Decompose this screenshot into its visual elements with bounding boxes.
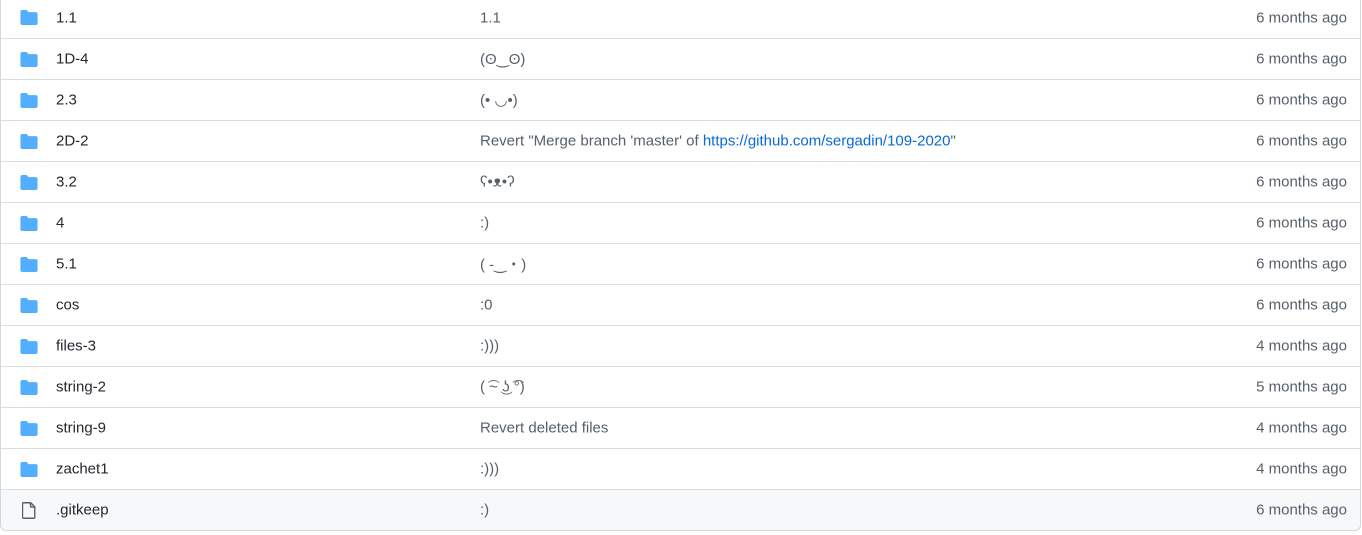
commit-age: 6 months ago [1256,91,1347,109]
commit-message[interactable]: Revert "Merge branch 'master' of https:/… [480,133,956,150]
commit-message[interactable]: ( -‿・) [480,254,526,275]
file-row-files-3[interactable]: files-3 :))) 4 months ago [1,325,1360,366]
file-row-2-3[interactable]: 2.3 (• ◡•) 6 months ago [1,79,1360,120]
file-name[interactable]: files-3 [56,338,96,355]
folder-icon [19,420,39,436]
folder-icon [19,92,39,108]
file-row-zachet1[interactable]: zachet1 :))) 4 months ago [1,448,1360,489]
commit-message[interactable]: (ʘ‿ʘ) [480,50,525,68]
commit-message[interactable]: :))) [480,461,499,478]
file-row-2d-2[interactable]: 2D-2 Revert "Merge branch 'master' of ht… [1,120,1360,161]
commit-age: 6 months ago [1256,255,1347,273]
commit-message[interactable]: (• ◡•) [480,91,518,109]
commit-message[interactable]: :))) [480,338,499,355]
file-name[interactable]: cos [56,297,79,314]
file-row-gitkeep[interactable]: .gitkeep :) 6 months ago [1,489,1360,530]
folder-icon [19,461,39,477]
folder-icon [19,256,39,272]
file-name[interactable]: zachet1 [56,461,109,478]
folder-icon [19,379,39,395]
commit-age: 6 months ago [1256,501,1347,519]
commit-message-link[interactable]: https://github.com/sergadin/109-2020 [703,133,951,150]
commit-message-prefix: Revert "Merge branch 'master' of [480,132,703,150]
commit-age: 5 months ago [1256,378,1347,396]
commit-age: 4 months ago [1256,460,1347,478]
file-row-5-1[interactable]: 5.1 ( -‿・) 6 months ago [1,243,1360,284]
commit-age: 6 months ago [1256,50,1347,68]
commit-message[interactable]: Revert deleted files [480,420,608,437]
commit-age: 6 months ago [1256,296,1347,314]
commit-age: 6 months ago [1256,9,1347,26]
folder-icon [19,133,39,149]
file-name[interactable]: string-9 [56,420,106,437]
commit-age: 4 months ago [1256,419,1347,437]
file-name[interactable]: 5.1 [56,256,77,273]
folder-icon [19,174,39,190]
commit-message[interactable]: ʕ•ᴥ•ʔ [480,174,515,191]
file-name[interactable]: 4 [56,215,64,232]
file-list: 1.1 1.1 6 months ago 1D-4 (ʘ‿ʘ) 6 months… [0,0,1361,531]
file-name[interactable]: 3.2 [56,174,77,191]
file-name[interactable]: 2.3 [56,92,77,109]
file-name[interactable]: .gitkeep [56,502,109,519]
commit-age: 4 months ago [1256,337,1347,355]
folder-icon [19,10,39,26]
file-row-string-9[interactable]: string-9 Revert deleted files 4 months a… [1,407,1360,448]
commit-message[interactable]: 1.1 [480,9,501,26]
file-row-string-2[interactable]: string-2 ( ͡~ ͜ʖ ͡°) 5 months ago [1,366,1360,407]
commit-message[interactable]: :0 [480,297,493,314]
commit-message-suffix: " [950,132,956,150]
file-name[interactable]: string-2 [56,379,106,396]
folder-icon [19,51,39,67]
folder-icon [19,215,39,231]
folder-icon [19,297,39,313]
commit-message[interactable]: :) [480,502,489,519]
file-name[interactable]: 2D-2 [56,133,89,150]
commit-age: 6 months ago [1256,132,1347,150]
commit-message[interactable]: :) [480,215,489,232]
commit-message[interactable]: ( ͡~ ͜ʖ ͡°) [480,379,525,396]
file-icon [19,501,39,519]
file-row-cos[interactable]: cos :0 6 months ago [1,284,1360,325]
file-row-3-2[interactable]: 3.2 ʕ•ᴥ•ʔ 6 months ago [1,161,1360,202]
file-row-1d-4[interactable]: 1D-4 (ʘ‿ʘ) 6 months ago [1,38,1360,79]
file-row-1-1[interactable]: 1.1 1.1 6 months ago [1,0,1360,38]
file-name[interactable]: 1.1 [56,9,77,26]
file-name[interactable]: 1D-4 [56,51,89,68]
folder-icon [19,338,39,354]
commit-age: 6 months ago [1256,214,1347,232]
file-row-4[interactable]: 4 :) 6 months ago [1,202,1360,243]
commit-age: 6 months ago [1256,173,1347,191]
